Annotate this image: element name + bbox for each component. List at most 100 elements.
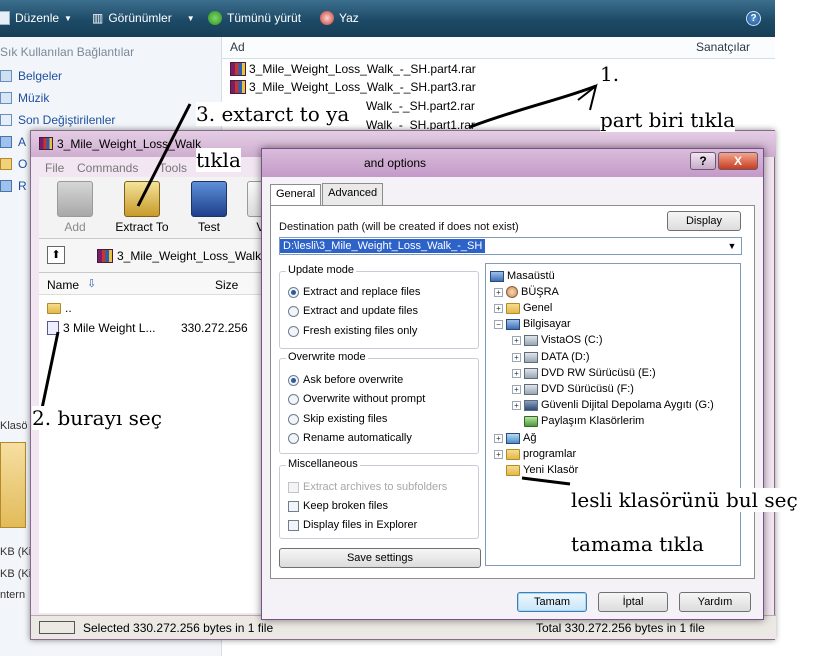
close-button[interactable]: X [718, 152, 758, 170]
menu-commands[interactable]: Commands [77, 161, 138, 175]
nav-item-o[interactable]: O [0, 157, 27, 171]
size-fragment-2: KB (Kil [0, 568, 34, 580]
play-all-label: Tümünü yürüt [227, 11, 302, 25]
tab-general[interactable]: General [270, 184, 322, 206]
cancel-button[interactable]: İptal [598, 592, 668, 612]
tree-node-data[interactable]: + DATA (D:) [512, 351, 589, 363]
overwrite-without-prompt-option[interactable]: Overwrite without prompt [288, 393, 425, 405]
ask-before-option[interactable]: Ask before overwrite [288, 374, 403, 386]
tree-node-network[interactable]: + Ağ [494, 432, 536, 444]
play-all-button[interactable]: Tümünü yürüt [208, 11, 301, 25]
nav-item-music[interactable]: Müzik [0, 91, 49, 105]
destination-label: Destination path (will be created if doe… [279, 221, 519, 233]
dropdown-arrow-icon[interactable]: ▼ [725, 239, 739, 253]
expand-icon[interactable]: + [494, 287, 503, 297]
nav-item-documents[interactable]: Belgeler [0, 69, 62, 83]
ok-button[interactable]: Tamam [517, 592, 587, 612]
column-size[interactable]: Size [215, 278, 238, 292]
file-row[interactable]: 3_Mile_Weight_Loss_Walk_-_SH.part3.rar [230, 78, 476, 96]
dvd-drive-icon [524, 367, 538, 379]
nav-item-label: Belgeler [18, 69, 63, 83]
tree-node-dvd-rw[interactable]: + DVD RW Sürücüsü (E:) [512, 367, 656, 379]
tree-node-genel[interactable]: + Genel [494, 302, 552, 314]
tree-node-desktop[interactable]: Masaüstü [490, 270, 555, 282]
tree-node-vistaos[interactable]: + VistaOS (C:) [512, 334, 603, 346]
tab-advanced[interactable]: Advanced [322, 183, 384, 205]
expand-icon[interactable]: + [512, 335, 521, 345]
expand-icon[interactable]: + [494, 433, 503, 443]
test-button[interactable]: Test [181, 181, 237, 234]
shared-folder-icon [524, 415, 538, 427]
views-icon: ▥ [92, 11, 104, 25]
tree-node-sd-storage[interactable]: + Güvenli Dijital Depolama Aygıtı (G:) [512, 399, 714, 411]
menu-tools[interactable]: Tools [159, 161, 187, 175]
expand-icon[interactable]: + [494, 303, 503, 313]
skip-existing-option[interactable]: Skip existing files [288, 413, 387, 425]
annotation-step-4-text: tamama tıkla [571, 532, 704, 556]
computer-icon [506, 318, 520, 330]
file-row[interactable]: Walk_-_SH.part2.rar [366, 97, 475, 115]
annotation-step-4: lesli klasörünü bul seç [571, 488, 798, 512]
extract-replace-option[interactable]: Extract and replace files [288, 286, 420, 298]
chevron-down-icon: ▼ [186, 13, 195, 23]
help-button[interactable]: ? [690, 152, 716, 170]
radio-unchecked [288, 393, 299, 405]
drive-icon [524, 351, 538, 363]
row-name: .. [65, 301, 72, 315]
sd-card-icon [524, 399, 538, 411]
large-folder-icon [0, 442, 26, 528]
burn-button[interactable]: Yaz [320, 11, 359, 25]
views-menu[interactable]: ▥ Görünümler ▼ [92, 11, 195, 25]
tree-node-programlar[interactable]: + programlar [494, 448, 576, 460]
folders-label: Klasö [0, 420, 28, 432]
nav-item-recent[interactable]: Son Değiştirilenler [0, 113, 115, 127]
organize-icon [0, 11, 10, 25]
folder-tree: Masaüstü + BÜŞRA + Genel − Bilgisayar + … [485, 263, 741, 566]
expand-icon[interactable]: + [512, 368, 521, 378]
list-item[interactable]: .. [47, 299, 72, 317]
list-item[interactable]: 3 Mile Weight L... 330.272.256 [47, 319, 287, 337]
column-name[interactable]: Name [47, 278, 79, 292]
tree-node-busra[interactable]: + BÜŞRA [494, 286, 559, 298]
add-button[interactable]: Add [47, 181, 103, 234]
nav-item-label: O [18, 157, 28, 171]
display-button[interactable]: Display [667, 211, 741, 231]
nav-item-r[interactable]: R [0, 179, 27, 193]
display-in-explorer-option[interactable]: Display files in Explorer [288, 519, 417, 531]
destination-path-input[interactable]: D:\lesli\3_Mile_Weight_Loss_Walk_-_SH ▼ [279, 237, 742, 255]
tree-node-label: Genel [523, 302, 553, 314]
tree-node-dvd[interactable]: + DVD Sürücüsü (F:) [512, 383, 634, 395]
user-folder-icon [506, 286, 518, 298]
test-label: Test [197, 220, 220, 234]
tree-node-label: Ağ [523, 432, 537, 444]
help-dialog-button[interactable]: Yardım [679, 592, 751, 612]
dialog-tabs: General Advanced [270, 183, 384, 206]
extract-to-button[interactable]: Extract To [107, 181, 177, 234]
tree-node-computer[interactable]: − Bilgisayar [494, 318, 571, 330]
keep-broken-files-option[interactable]: Keep broken files [288, 500, 388, 512]
folder-icon [0, 180, 12, 192]
extract-update-option[interactable]: Extract and update files [288, 305, 418, 317]
menu-file[interactable]: File [45, 161, 64, 175]
save-settings-button[interactable]: Save settings [279, 548, 481, 568]
rename-automatically-option[interactable]: Rename automatically [288, 432, 412, 444]
tree-node-new-folder[interactable]: Yeni Klasör [506, 464, 578, 476]
expand-icon[interactable]: + [512, 352, 521, 362]
help-icon[interactable]: ? [746, 11, 761, 26]
nav-item-a[interactable]: A [0, 135, 26, 149]
checkbox-unchecked [288, 500, 299, 512]
option-label: Keep broken files [303, 500, 388, 512]
tree-node-shared-folders[interactable]: Paylaşım Klasörlerim [524, 415, 644, 427]
column-name[interactable]: Ad [230, 40, 245, 54]
miscellaneous-group: Miscellaneous Extract archives to subfol… [279, 458, 479, 539]
expand-icon[interactable]: + [512, 384, 521, 394]
expand-icon[interactable]: + [494, 449, 503, 459]
organize-menu[interactable]: Düzenle ▼ [0, 11, 72, 25]
file-row[interactable]: 3_Mile_Weight_Loss_Walk_-_SH.part4.rar [230, 60, 476, 78]
collapse-icon[interactable]: − [494, 319, 503, 329]
up-folder-icon[interactable]: ⬆ [47, 246, 65, 264]
column-artist[interactable]: Sanatçılar [696, 40, 750, 54]
fresh-existing-option[interactable]: Fresh existing files only [288, 325, 417, 337]
radio-checked [288, 286, 299, 298]
expand-icon[interactable]: + [512, 400, 521, 410]
